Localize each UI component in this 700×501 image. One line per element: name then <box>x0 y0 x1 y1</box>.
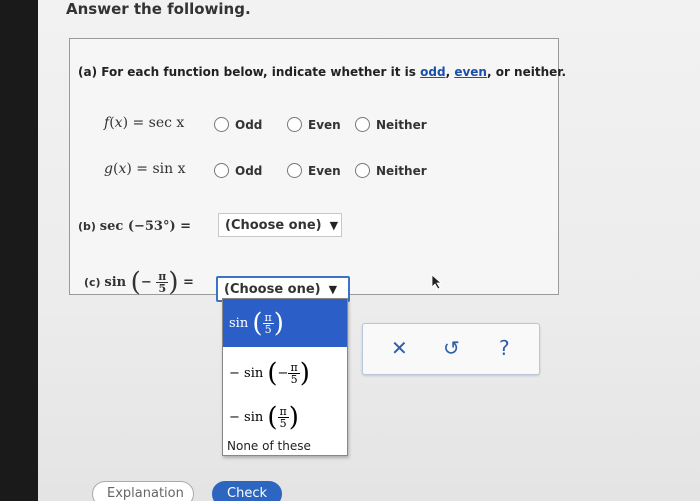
undo-icon[interactable]: ↺ <box>443 336 460 360</box>
even-link[interactable]: even <box>454 65 487 79</box>
part-a-instructions: (a) For each function below, indicate wh… <box>78 65 566 79</box>
radio-circle[interactable] <box>287 163 302 178</box>
part-b-expression: (b) sec (−53°) = <box>78 219 192 234</box>
radio-g-even[interactable]: Even <box>287 163 341 178</box>
part-c-dropdown-list[interactable]: sin (π 5) − sin (− π 5) − sin (π 5) None of … <box>222 298 348 456</box>
radio-f-even[interactable]: Even <box>287 117 341 132</box>
screen: Answer the following. (a) For each funct… <box>38 0 700 501</box>
radio-circle[interactable] <box>214 117 229 132</box>
radio-f-odd[interactable]: Odd <box>214 117 262 132</box>
part-c-expression: (c) sin (− π 5) = <box>84 267 194 298</box>
radio-circle[interactable] <box>355 117 370 132</box>
radio-circle[interactable] <box>355 163 370 178</box>
radio-g-odd[interactable]: Odd <box>214 163 262 178</box>
page-title: Answer the following. <box>66 0 251 18</box>
check-button[interactable]: Check <box>212 481 282 501</box>
part-a-prefix: (a) For each function below, indicate wh… <box>78 65 416 79</box>
radio-g-neither[interactable]: Neither <box>355 163 427 178</box>
part-b-select[interactable]: (Choose one) ▼ <box>218 213 342 237</box>
answer-toolbar: ✕ ↺ ? <box>362 323 540 375</box>
explanation-button[interactable]: Explanation <box>92 481 194 501</box>
radio-circle[interactable] <box>214 163 229 178</box>
function-f: f(x) = sec x <box>104 115 185 131</box>
radio-f-neither[interactable]: Neither <box>355 117 427 132</box>
fraction: π5 <box>156 270 169 295</box>
clear-icon[interactable]: ✕ <box>391 336 408 360</box>
question-box: (a) For each function below, indicate wh… <box>69 38 566 302</box>
dropdown-arrow-icon: ▼ <box>328 282 338 296</box>
comma: , <box>445 65 451 79</box>
dropdown-option-2[interactable]: − sin (− π 5) <box>223 351 347 395</box>
mouse-cursor-icon <box>431 274 443 290</box>
dropdown-option-1[interactable]: sin (π 5) <box>223 299 347 347</box>
help-icon[interactable]: ? <box>499 336 510 360</box>
radio-circle[interactable] <box>287 117 302 132</box>
dropdown-arrow-icon: ▼ <box>329 218 339 232</box>
dropdown-option-none[interactable]: None of these <box>223 439 347 453</box>
part-a-suffix: , or neither. <box>486 65 567 79</box>
function-g: g(x) = sin x <box>104 161 186 177</box>
dropdown-option-3[interactable]: − sin (π 5) <box>223 395 347 439</box>
odd-link[interactable]: odd <box>420 65 445 79</box>
